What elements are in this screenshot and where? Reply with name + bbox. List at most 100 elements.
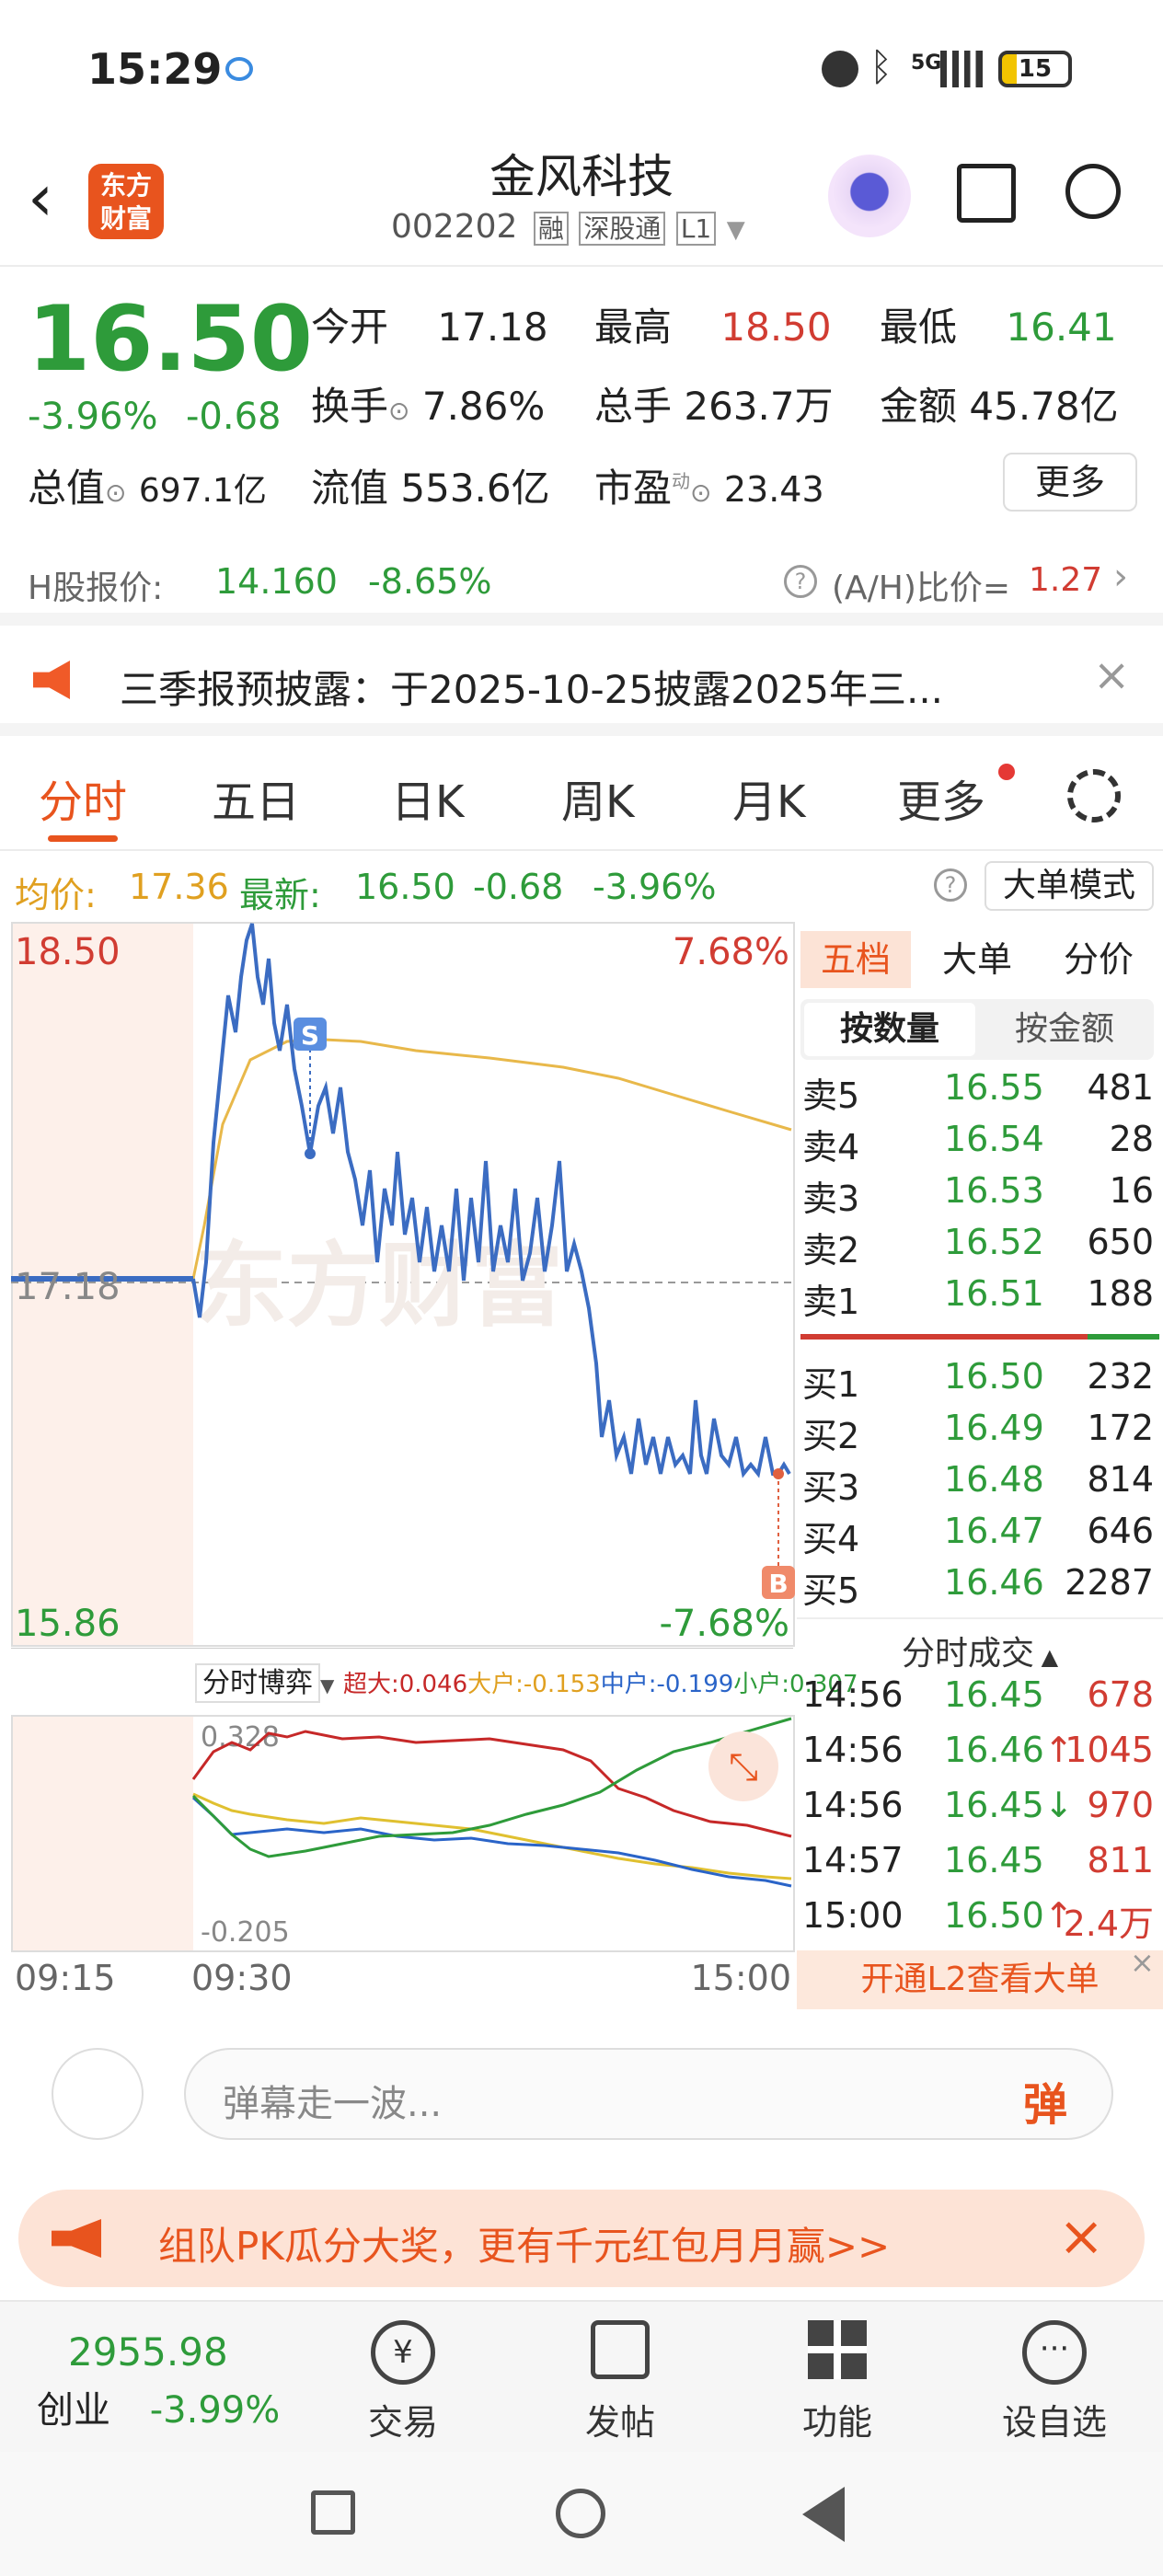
trade-price: 16.46↑ xyxy=(944,1730,1074,1770)
red-dot xyxy=(998,764,1015,780)
promo-banner[interactable]: 组队PK瓜分大奖，更有千元红包月月赢>> × xyxy=(18,2190,1145,2287)
bid-volume: 814 xyxy=(1087,1459,1154,1500)
info-icon[interactable]: ⊙ xyxy=(690,477,711,508)
ask-price: 16.52 xyxy=(944,1222,1044,1262)
danmu-toggle[interactable]: 弹 xyxy=(1023,2068,1067,2133)
index-line: 创业 -3.99% xyxy=(37,2380,313,2433)
capital-flow-chart[interactable]: 0.328 -0.205 ⤡ xyxy=(11,1715,795,1954)
subtab-quantity[interactable]: 按数量 xyxy=(804,1003,975,1056)
turnover-value: 7.86% xyxy=(421,384,546,429)
bid-row: 买2 16.49 172 xyxy=(797,1408,1163,1459)
stock-code-row[interactable]: 002202 融 深股通 L1 ▼ xyxy=(391,208,745,246)
gear-icon[interactable] xyxy=(1067,769,1121,822)
nav-watchlist[interactable]: ··· 设自选 xyxy=(981,2320,1128,2444)
close-icon[interactable]: × xyxy=(1093,650,1130,701)
float-value: 553.6亿 xyxy=(400,466,550,511)
subtab-amount[interactable]: 按金额 xyxy=(979,1003,1150,1056)
tab-intraday[interactable]: 分时 xyxy=(39,765,127,830)
high-label: 最高 xyxy=(594,305,673,350)
bid-volume: 646 xyxy=(1087,1511,1154,1551)
low-cell: 最低 16.41 xyxy=(880,296,1117,352)
l2-text: 开通L2查看大单 xyxy=(860,1961,1100,1998)
trade-time: 14:56 xyxy=(802,1674,904,1715)
robot-avatar[interactable] xyxy=(828,155,911,237)
flow-ymin: -0.205 xyxy=(201,1916,290,1949)
flow-medium: 中户:-0.199 xyxy=(600,1671,734,1698)
danmu-input[interactable]: 弹幕走一波... 弹 xyxy=(184,2048,1113,2140)
close-icon[interactable]: × xyxy=(1130,1945,1155,1980)
side-tab-price[interactable]: 分价 xyxy=(1043,931,1154,988)
tab-weekly-k[interactable]: 周K xyxy=(561,765,634,830)
pct-high-label: 7.68% xyxy=(673,931,789,973)
trade-price-value: 16.50 xyxy=(944,1895,1044,1936)
sell-point xyxy=(305,1148,316,1159)
hshare-row[interactable]: H股报价: 14.160 -8.65% ? (A/H)比价= 1.27 › xyxy=(0,543,1163,626)
tab-5day[interactable]: 五日 xyxy=(212,765,300,830)
more-button[interactable]: 更多 xyxy=(1003,453,1137,512)
recent-apps-icon[interactable] xyxy=(311,2490,355,2535)
bid-volume: 172 xyxy=(1087,1408,1154,1448)
stock-header: ‹ 东方 财富 金风科技 002202 融 深股通 L1 ▼ xyxy=(0,138,1163,267)
trades-header[interactable]: 分时成交 ▲ xyxy=(797,1617,1163,1674)
tab-daily-k[interactable]: 日K xyxy=(391,765,464,830)
trade-dir: ↓ xyxy=(1043,1785,1074,1825)
grid-icon xyxy=(808,2320,867,2379)
help-icon[interactable]: ? xyxy=(934,868,967,902)
mcap-label: 总值 xyxy=(28,466,106,511)
share-icon[interactable] xyxy=(957,164,1016,223)
back-nav-icon[interactable] xyxy=(802,2487,845,2542)
time-axis: 09:15 09:30 15:00 xyxy=(11,1958,795,2004)
low-value: 16.41 xyxy=(1006,305,1117,350)
ref-price-label: 17.18 xyxy=(15,1266,121,1308)
home-icon[interactable] xyxy=(556,2489,605,2538)
promo-text: 组队PK瓜分大奖，更有千元红包月月赢>> xyxy=(158,2224,891,2269)
stock-code: 002202 xyxy=(391,208,518,246)
note-icon[interactable] xyxy=(52,2048,144,2140)
bid-row: 买5 16.46 2287 xyxy=(797,1562,1163,1614)
trade-price: 16.50↑ xyxy=(944,1895,1074,1936)
close-icon[interactable]: × xyxy=(1058,2204,1104,2269)
trade-time: 14:57 xyxy=(802,1840,904,1880)
bid-label: 买2 xyxy=(802,1416,860,1456)
flow-selector[interactable]: 分时博弈 xyxy=(195,1663,320,1703)
ask-row: 卖5 16.55 481 xyxy=(797,1067,1163,1119)
nav-function[interactable]: 功能 xyxy=(764,2320,911,2444)
tab-monthly-k[interactable]: 月K xyxy=(732,765,805,830)
open-label: 今开 xyxy=(311,305,389,350)
notice-bar[interactable]: 三季报预披露：于2025-10-25披露2025年三... × xyxy=(0,626,1163,736)
l2-banner[interactable]: 开通L2查看大单 xyxy=(797,1950,1163,2009)
time-open: 09:30 xyxy=(191,1958,293,1998)
index-ticker[interactable]: 2955.98 创业 -3.99% xyxy=(37,2329,313,2433)
change-value: -0.68 xyxy=(186,396,282,438)
search-icon[interactable] xyxy=(1065,164,1121,219)
flow-large: 大户:-0.153 xyxy=(467,1671,601,1698)
flow-premarket-shade xyxy=(11,1715,193,1950)
status-bar: 15:29 ᛒ 5G 15 xyxy=(0,0,1163,138)
high-cell: 最高 18.50 xyxy=(594,296,832,352)
trade-volume: 811 xyxy=(1087,1840,1154,1880)
ask-label: 卖3 xyxy=(802,1179,860,1219)
bid-label: 买5 xyxy=(802,1570,860,1611)
help-icon[interactable]: ? xyxy=(784,565,817,598)
info-icon[interactable]: ⊙ xyxy=(388,396,409,426)
pe-cell: 市盈动⊙ 23.43 xyxy=(594,457,824,513)
battery-icon: 15 xyxy=(998,51,1072,87)
tab-more[interactable]: 更多 xyxy=(897,765,985,830)
flow-medium-line xyxy=(191,1796,792,1888)
nav-trade[interactable]: ¥ 交易 xyxy=(329,2320,477,2444)
flow-super-line xyxy=(191,1730,792,1838)
quote-panel: 16.50 -3.96% -0.68 今开 17.18 最高 18.50 最低 … xyxy=(0,269,1163,535)
side-tab-five[interactable]: 五档 xyxy=(800,931,911,988)
amount-label: 金额 xyxy=(880,384,958,429)
bid-label: 买4 xyxy=(802,1519,860,1559)
pe-value: 23.43 xyxy=(723,469,824,510)
nav-post[interactable]: 发帖 xyxy=(547,2320,694,2444)
side-tab-big[interactable]: 大单 xyxy=(922,931,1032,988)
volume-value: 263.7万 xyxy=(684,384,834,429)
intraday-chart[interactable]: 东方财富 18.50 15.86 17.18 7.68% -7.68% S B xyxy=(11,922,795,1649)
info-icon[interactable]: ⊙ xyxy=(105,477,126,508)
big-order-mode-button[interactable]: 大单模式 xyxy=(985,861,1154,911)
nav-function-label: 功能 xyxy=(801,2402,872,2443)
logo-line2: 财富 xyxy=(99,203,152,234)
change-percent: -3.96% xyxy=(28,396,158,438)
